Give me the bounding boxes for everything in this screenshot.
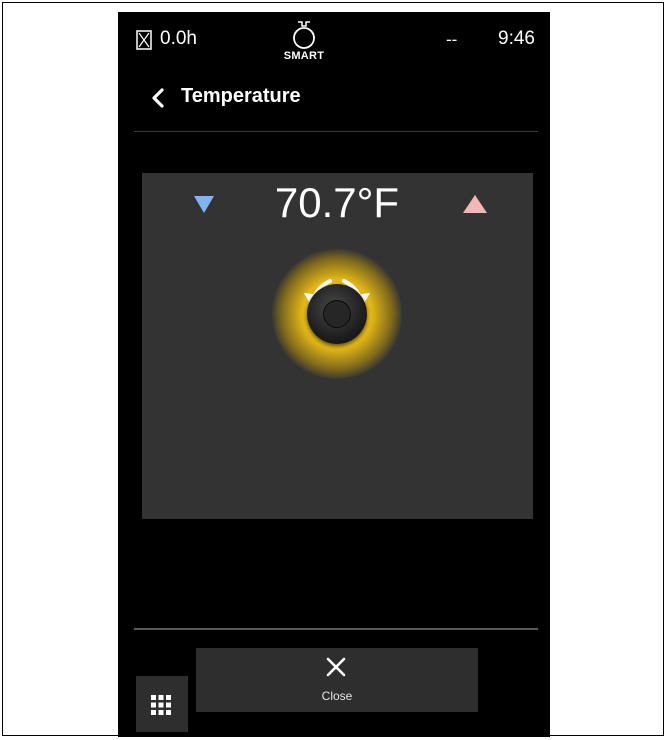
close-label: Close [321, 689, 353, 703]
temperature-value: 70.7°F [274, 179, 400, 226]
triangle-up-icon[interactable] [462, 194, 488, 214]
grid-icon [151, 695, 171, 715]
page-header: Temperature [118, 76, 550, 126]
chevron-left-icon[interactable] [148, 86, 168, 110]
footer-divider [134, 628, 538, 630]
rotary-knob[interactable] [272, 249, 402, 379]
operating-hours: 0.0h [160, 28, 197, 49]
close-button[interactable]: Close [196, 648, 478, 712]
triangle-down-icon[interactable] [192, 194, 216, 214]
temperature-panel: 70.7°F [142, 173, 533, 519]
page-title: Temperature [181, 85, 301, 107]
header-divider [134, 131, 538, 132]
smart-bulb-icon [293, 21, 315, 49]
close-icon [326, 657, 346, 677]
smart-indicator: SMART [274, 16, 334, 64]
apps-grid-button[interactable] [136, 676, 188, 732]
status-bar: 0.0h SMART -- 9:46 [118, 12, 550, 67]
knob-button[interactable] [307, 284, 367, 344]
signal-indicator: -- [446, 30, 458, 49]
knob-center [323, 300, 351, 328]
hourglass-icon [136, 30, 152, 50]
device-screen: 0.0h SMART -- 9:46 Temperature 70.7°F Cl… [118, 12, 550, 737]
smart-label: SMART [283, 50, 325, 62]
clock: 9:46 [498, 28, 535, 49]
